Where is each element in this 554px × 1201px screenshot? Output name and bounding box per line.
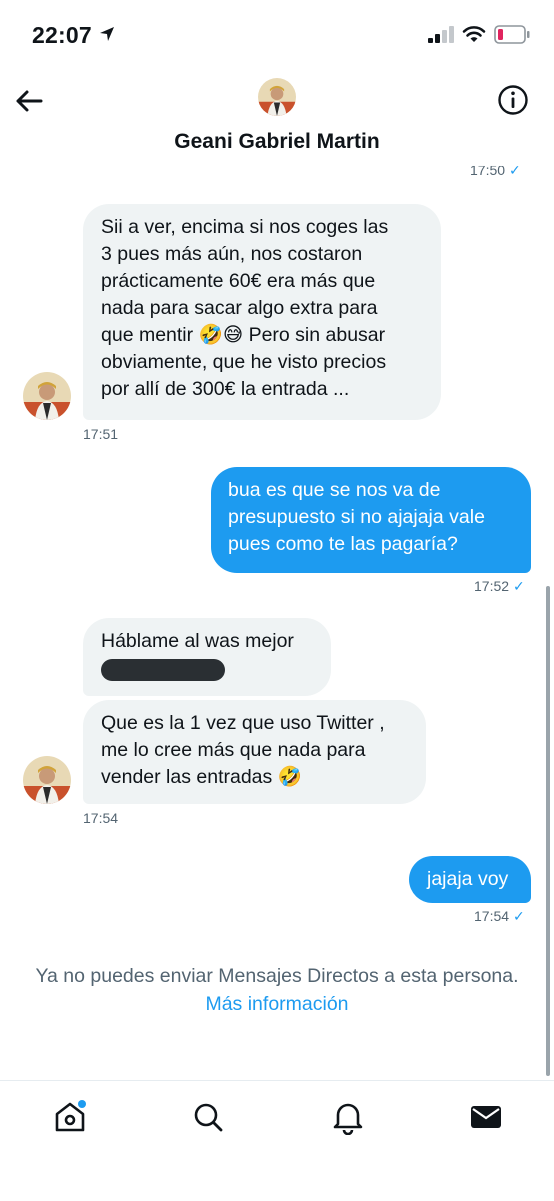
messages-envelope-icon[interactable]: [468, 1099, 504, 1135]
sent-message-bubble[interactable]: jajaja voy: [409, 856, 531, 903]
status-time: 22:07: [32, 22, 92, 48]
conversation-header: Geani Gabriel Martin: [0, 70, 554, 166]
message-line: pues como te las pagaría?: [228, 533, 458, 555]
message-timestamp: 17:51: [83, 426, 119, 442]
scrollbar[interactable]: [546, 586, 550, 1076]
message-line: Sii a ver, encima si nos coges las: [101, 216, 389, 238]
message-line: obviamente, que he visto precios: [101, 351, 387, 373]
sent-check-icon: ✓: [513, 908, 525, 924]
sender-avatar[interactable]: [23, 756, 71, 804]
battery-icon: [494, 25, 530, 44]
info-icon[interactable]: [497, 84, 529, 116]
received-message-bubble[interactable]: Que es la 1 vez que uso Twitter , me lo …: [83, 700, 426, 804]
bottom-tab-bar: [0, 1080, 554, 1201]
message-line: bua es que se nos va de: [228, 479, 441, 501]
location-arrow-icon: [100, 27, 114, 41]
header-avatar[interactable]: [258, 78, 296, 116]
message-timestamp: 17:52 ✓: [474, 578, 525, 595]
timestamp-text: 17:52: [474, 578, 510, 594]
timestamp-text: 17:54: [474, 908, 510, 924]
search-icon[interactable]: [190, 1099, 226, 1135]
cannot-message-notice: Ya no puedes enviar Mensajes Directos a …: [35, 965, 519, 987]
message-line: me lo cree más que nada para: [101, 739, 366, 761]
message-line: Que es la 1 vez que uso Twitter ,: [101, 712, 385, 734]
message-line: nada para sacar algo extra para: [101, 297, 378, 319]
message-timestamp: 17:54 ✓: [474, 908, 525, 925]
message-line: Háblame al was mejor: [101, 630, 294, 652]
sent-message-bubble[interactable]: bua es que se nos va de presupuesto si n…: [211, 467, 531, 573]
back-arrow-icon[interactable]: [14, 86, 44, 116]
wifi-icon: [462, 26, 486, 42]
received-message-bubble[interactable]: Sii a ver, encima si nos coges las 3 pue…: [83, 204, 441, 420]
message-line: jajaja voy: [427, 868, 509, 890]
message-line: vender las entradas 🤣: [101, 766, 302, 788]
redacted-content: [101, 659, 225, 681]
message-timestamp: 17:54: [83, 810, 119, 826]
sender-avatar[interactable]: [23, 372, 71, 420]
message-line: prácticamente 60€ era más que: [101, 270, 376, 292]
more-info-link[interactable]: Más información: [0, 990, 554, 1018]
message-line: que mentir 🤣😅 Pero sin abusar: [101, 324, 386, 346]
cellular-signal-icon: [428, 26, 454, 43]
home-icon[interactable]: [52, 1099, 88, 1135]
message-line: por allí de 300€ la entrada ...: [101, 378, 350, 400]
sent-check-icon: ✓: [513, 578, 525, 594]
notifications-bell-icon[interactable]: [330, 1099, 366, 1135]
conversation-title[interactable]: Geani Gabriel Martin: [0, 130, 554, 154]
status-bar: 22:07: [0, 0, 554, 70]
received-message-bubble[interactable]: Háblame al was mejor: [83, 618, 331, 696]
message-line: presupuesto si no ajajaja vale: [228, 506, 485, 528]
message-line: 3 pues más aún, nos costaron: [101, 243, 363, 265]
